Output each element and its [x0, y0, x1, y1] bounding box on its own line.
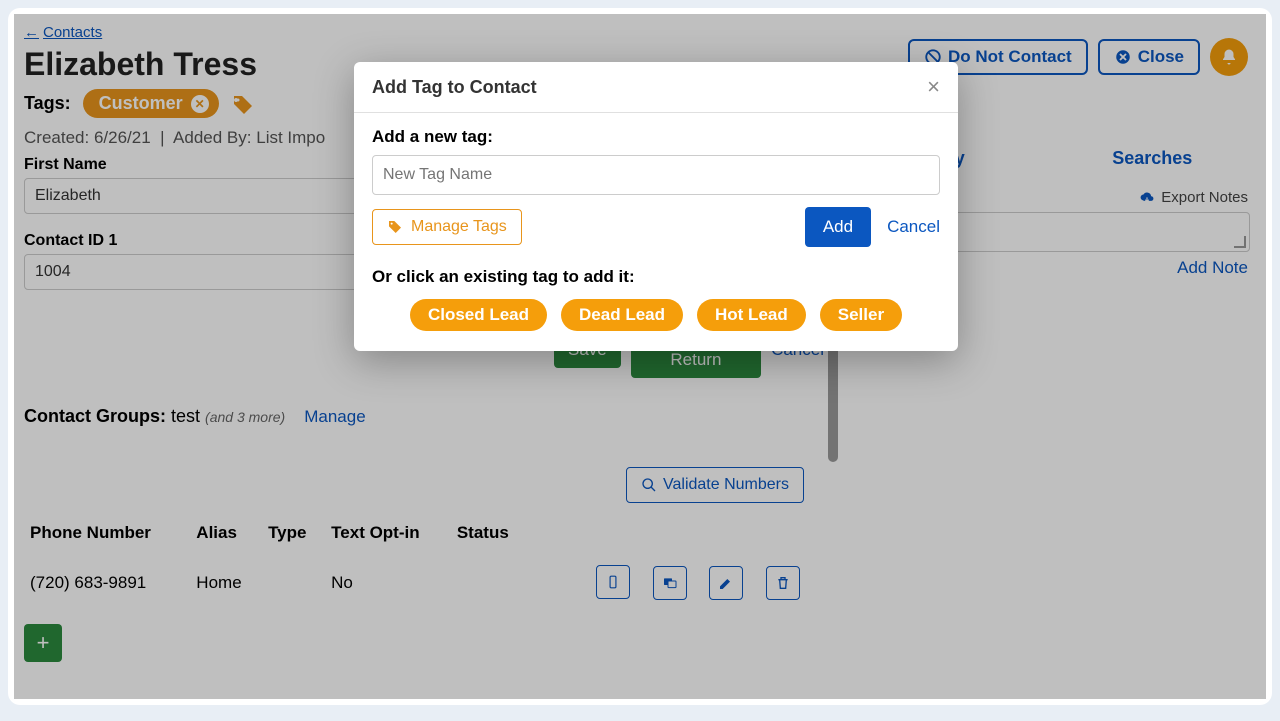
tag-icon — [387, 219, 403, 235]
modal-title: Add Tag to Contact — [372, 77, 537, 98]
add-tag-modal: Add Tag to Contact × Add a new tag: Mana… — [354, 62, 958, 351]
existing-tag-seller[interactable]: Seller — [820, 299, 902, 331]
existing-tag-closed-lead[interactable]: Closed Lead — [410, 299, 547, 331]
manage-tags-button[interactable]: Manage Tags — [372, 209, 522, 245]
add-tag-button[interactable]: Add — [805, 207, 871, 247]
modal-cancel-button[interactable]: Cancel — [887, 217, 940, 237]
existing-tag-label: Or click an existing tag to add it: — [372, 267, 940, 287]
existing-tag-hot-lead[interactable]: Hot Lead — [697, 299, 806, 331]
new-tag-input[interactable] — [372, 155, 940, 195]
existing-tag-dead-lead[interactable]: Dead Lead — [561, 299, 683, 331]
add-tag-label: Add a new tag: — [372, 127, 940, 147]
manage-tags-label: Manage Tags — [411, 218, 507, 236]
modal-close-button[interactable]: × — [927, 76, 940, 98]
